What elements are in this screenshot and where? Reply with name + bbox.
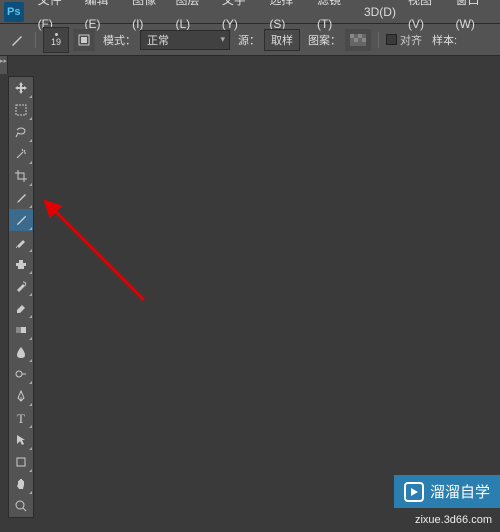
menubar: Ps 文件(F) 编辑(E) 图像(I) 图层(L) 文字(Y) 选择(S) 滤… xyxy=(0,0,500,24)
align-checkbox[interactable] xyxy=(386,34,397,45)
separator xyxy=(378,32,379,48)
panel-collapse-tab[interactable]: ▸▸ xyxy=(0,56,8,74)
menu-3d[interactable]: 3D(D) xyxy=(358,0,402,24)
separator xyxy=(35,32,36,48)
tools-panel: T xyxy=(8,76,34,518)
ps-logo: Ps xyxy=(4,2,24,22)
source-label: 源： xyxy=(238,32,260,48)
history-brush-tool[interactable] xyxy=(9,275,33,297)
align-checkbox-group[interactable]: 对齐 xyxy=(386,32,422,48)
move-tool[interactable] xyxy=(9,77,33,99)
lasso-tool[interactable] xyxy=(9,121,33,143)
pen-tool[interactable] xyxy=(9,385,33,407)
blur-tool[interactable] xyxy=(9,341,33,363)
menu-window[interactable]: 窗口(W) xyxy=(450,0,500,36)
healing-brush-tool[interactable] xyxy=(9,209,33,231)
mode-label: 模式： xyxy=(103,32,136,48)
healing-brush-icon[interactable] xyxy=(6,29,28,51)
path-select-tool[interactable] xyxy=(9,429,33,451)
brush-preset-picker[interactable]: 19 xyxy=(43,27,69,53)
pattern-picker[interactable] xyxy=(345,29,371,51)
play-icon xyxy=(404,482,424,502)
brush-panel-toggle[interactable] xyxy=(73,29,95,51)
brush-dot-icon xyxy=(55,33,58,36)
sample-label: 样本: xyxy=(432,32,457,48)
watermark-badge: 溜溜自学 xyxy=(394,475,500,508)
watermark-url: zixue.3d66.com xyxy=(415,514,492,526)
source-sample-button[interactable]: 取样 xyxy=(264,29,300,51)
gradient-tool[interactable] xyxy=(9,319,33,341)
eraser-tool[interactable] xyxy=(9,297,33,319)
clone-stamp-tool[interactable] xyxy=(9,253,33,275)
magic-wand-tool[interactable] xyxy=(9,143,33,165)
align-label: 对齐 xyxy=(400,32,422,48)
canvas-area[interactable] xyxy=(34,56,500,532)
marquee-tool[interactable] xyxy=(9,99,33,121)
menu-view[interactable]: 视图(V) xyxy=(402,0,450,36)
brush-tool[interactable] xyxy=(9,231,33,253)
brush-size-value: 19 xyxy=(51,37,61,47)
eyedropper-tool[interactable] xyxy=(9,187,33,209)
mode-value: 正常 xyxy=(147,32,169,48)
hand-tool[interactable] xyxy=(9,473,33,495)
dodge-tool[interactable] xyxy=(9,363,33,385)
shape-tool[interactable] xyxy=(9,451,33,473)
watermark-text: 溜溜自学 xyxy=(430,481,490,502)
svg-text:T: T xyxy=(17,411,25,425)
mode-select[interactable]: 正常 xyxy=(140,30,230,50)
type-tool[interactable]: T xyxy=(9,407,33,429)
crop-tool[interactable] xyxy=(9,165,33,187)
zoom-tool[interactable] xyxy=(9,495,33,517)
pattern-label: 图案： xyxy=(308,32,341,48)
